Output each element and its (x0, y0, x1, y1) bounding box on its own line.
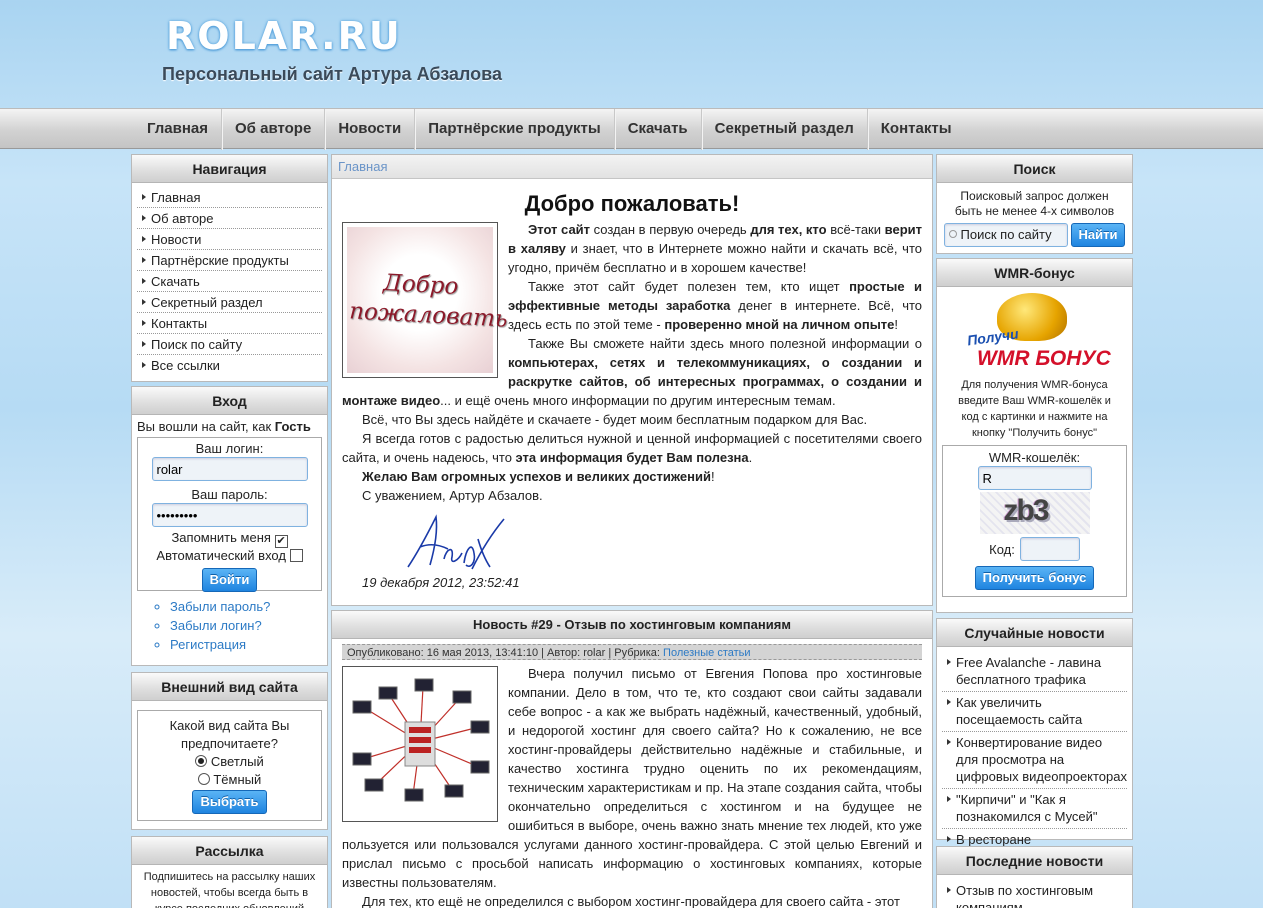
block-title: Случайные новости (937, 619, 1132, 647)
nav-item-partners[interactable]: Партнёрские продукты (137, 250, 322, 271)
topnav-contacts[interactable]: Контакты (868, 109, 965, 150)
option-light[interactable]: Светлый (148, 753, 311, 771)
topnav-home[interactable]: Главная (134, 109, 223, 150)
newsletter-text: Подпишитесь на рассылку наших новостей, … (143, 871, 316, 908)
radio-dark[interactable] (197, 773, 210, 785)
login-username: Гость (274, 419, 311, 434)
welcome-title: Добро пожаловать! (524, 191, 740, 216)
top-navigation: Главная Об авторе Новости Партнёрские пр… (0, 108, 1263, 150)
login-label: Ваш логин: (195, 441, 264, 456)
random-news-item[interactable]: Конвертирование видео для просмотра на ц… (942, 732, 1127, 789)
nav-item-search[interactable]: Поиск по сайту (137, 334, 322, 355)
welcome-block: Главная Добро пожаловать! Добро пожалова… (331, 154, 933, 606)
wmr-logo-small: Получи (966, 325, 1020, 349)
block-title: Последние новости (937, 847, 1132, 875)
search-hint: Поисковый запрос должен быть не менее 4-… (954, 189, 1115, 218)
appearance-block: Внешний вид сайта Какой вид сайта Вы пре… (131, 672, 328, 830)
appearance-submit-button[interactable]: Выбрать (192, 790, 267, 814)
nav-item-secret[interactable]: Секретный раздел (137, 292, 322, 313)
remember-row: Запомнить меня ✔ (171, 530, 288, 548)
site-tagline: Персональный сайт Артура Абзалова (162, 64, 502, 84)
search-button[interactable]: Найти (1070, 223, 1126, 247)
block-title: Рассылка (132, 837, 327, 865)
news-block: Новость #29 - Отзыв по хостинговым компа… (331, 610, 933, 908)
login-button[interactable]: Войти (201, 568, 258, 592)
code-input[interactable] (1019, 537, 1080, 561)
block-title: Навигация (132, 155, 327, 183)
welcome-date: 19 декабря 2012, 23:52:41 (362, 575, 520, 590)
code-label: Код: (989, 541, 1015, 557)
news-category-link[interactable]: Полезные статьи (663, 647, 750, 659)
welcome-image-text: Добро пожаловать (348, 270, 509, 333)
navigation-block: Навигация Главная Об авторе Новости Парт… (131, 154, 328, 382)
password-label: Ваш пароль: (191, 487, 268, 502)
news-image (342, 666, 498, 822)
login-input[interactable] (151, 457, 308, 481)
login-block: Вход Вы вошли на сайт, как Гость Ваш лог… (131, 386, 328, 666)
register-link[interactable]: Регистрация (170, 635, 327, 654)
nav-item-home[interactable]: Главная (137, 187, 322, 208)
code-row: Код: (951, 537, 1118, 561)
site-header: ROLAR.RU Персональный сайт Артура Абзало… (0, 0, 1263, 108)
news-meta: Опубликовано: 16 мая 2013, 13:41:10 | Ав… (342, 644, 922, 660)
wmr-description: Для получения WMR-бонуса введите Ваш WMR… (958, 379, 1111, 439)
auto-login-checkbox[interactable] (289, 549, 303, 562)
wmr-form: WMR-кошелёк: zb3 Код: Получить бонус (942, 445, 1127, 597)
search-block: Поиск Поисковый запрос должен быть не ме… (936, 154, 1133, 254)
random-news-item[interactable]: Как увеличить посещаемость сайта (942, 692, 1127, 732)
option-dark[interactable]: Тёмный (148, 771, 311, 789)
password-input[interactable] (151, 503, 308, 527)
wallet-input[interactable] (977, 466, 1092, 490)
latest-news-item[interactable]: Отзыв по хостинговым компаниям (942, 880, 1127, 908)
topnav-about[interactable]: Об авторе (222, 109, 326, 150)
login-greeting: Вы вошли на сайт, как Гость (137, 419, 311, 434)
block-title: Вход (132, 387, 327, 415)
news-title[interactable]: Новость #29 - Отзыв по хостинговым компа… (332, 611, 932, 639)
forgot-password-link[interactable]: Забыли пароль? (170, 597, 327, 616)
nav-item-news[interactable]: Новости (137, 229, 322, 250)
breadcrumb: Главная (332, 155, 932, 179)
newsletter-block: Рассылка Подпишитесь на рассылку наших н… (131, 836, 328, 908)
auto-login-row: Автоматический вход (148, 548, 311, 568)
block-title: Поиск (937, 155, 1132, 183)
remember-checkbox[interactable]: ✔ (274, 535, 288, 548)
captcha-image: zb3 (979, 492, 1090, 534)
topnav-news[interactable]: Новости (325, 109, 416, 150)
nav-item-links[interactable]: Все ссылки (137, 355, 322, 375)
topnav-secret[interactable]: Секретный раздел (702, 109, 868, 150)
topnav-partners[interactable]: Партнёрские продукты (415, 109, 615, 150)
random-news-block: Случайные новости Free Avalanche - лавин… (936, 618, 1133, 847)
get-bonus-button[interactable]: Получить бонус (974, 566, 1095, 590)
topnav-download[interactable]: Скачать (615, 109, 702, 150)
random-news-item[interactable]: Free Avalanche - лавина бесплатного траф… (942, 652, 1127, 692)
login-form: Ваш логин: Ваш пароль: Запомнить меня ✔ … (137, 437, 322, 592)
signature-image (400, 509, 510, 577)
breadcrumb-home[interactable]: Главная (338, 159, 387, 174)
block-title: Внешний вид сайта (132, 673, 327, 701)
wmr-logo: Получи WMR БОНУС (937, 289, 1132, 377)
appearance-form: Какой вид сайта Вы предпочитаете? Светлы… (137, 710, 322, 821)
random-news-item[interactable]: "Кирпичи" и "Как я познакомился с Мусей" (942, 789, 1127, 829)
search-icon (948, 230, 957, 238)
nav-item-contacts[interactable]: Контакты (137, 313, 322, 334)
nav-item-about[interactable]: Об авторе (137, 208, 322, 229)
wmr-logo-big: WMR БОНУС (977, 347, 1111, 370)
radio-light[interactable] (195, 755, 208, 767)
wallet-label: WMR-кошелёк: (988, 450, 1081, 465)
block-title: WMR-бонус (937, 259, 1132, 287)
appearance-question: Какой вид сайта Вы предпочитаете? (169, 718, 290, 751)
search-input[interactable]: Поиск по сайту (943, 223, 1068, 247)
site-logo[interactable]: ROLAR.RU (166, 14, 402, 58)
forgot-login-link[interactable]: Забыли логин? (170, 616, 327, 635)
nav-item-download[interactable]: Скачать (137, 271, 322, 292)
wmr-bonus-block: WMR-бонус Получи WMR БОНУС Для получения… (936, 258, 1133, 613)
latest-news-block: Последние новости Отзыв по хостинговым к… (936, 846, 1133, 908)
welcome-image: Добро пожаловать (342, 222, 509, 378)
